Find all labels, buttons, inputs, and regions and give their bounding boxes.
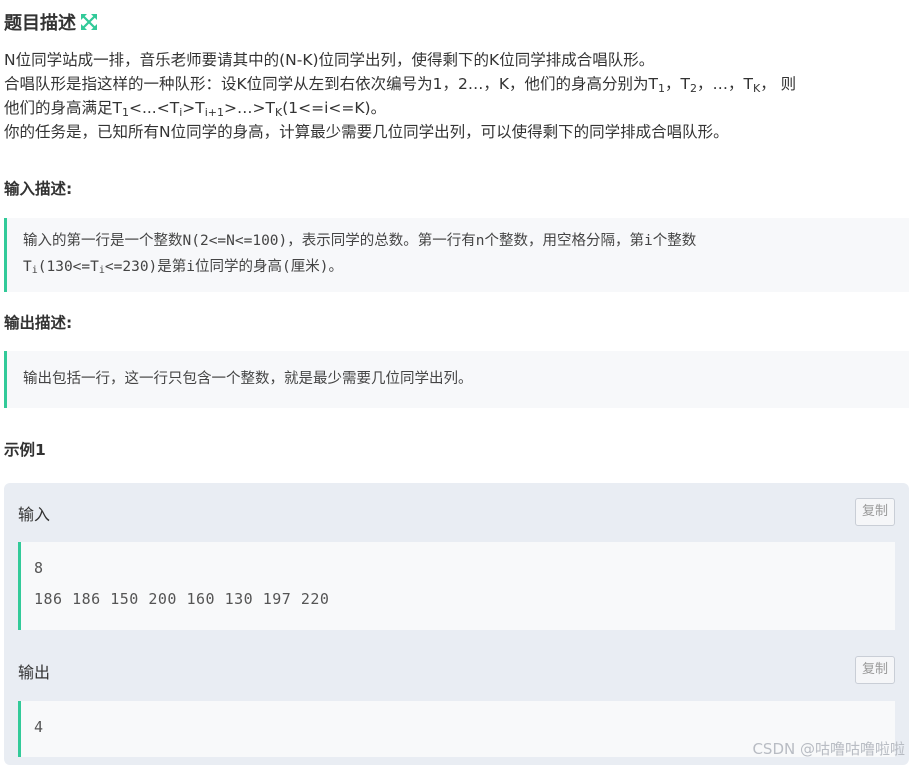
problem-description: N位同学站成一排，音乐老师要请其中的(N-K)位同学出列，使得剩下的K位同学排成… (4, 48, 904, 144)
copy-input-button[interactable]: 复制 (855, 498, 895, 526)
output-description-block: 输出包括一行，这一行只包含一个整数，就是最少需要几位同学出列。 (4, 351, 909, 408)
output-label: 输出 (18, 663, 51, 682)
output-description-title: 输出描述: (4, 314, 73, 332)
description-line: 合唱队形是指这样的一种队形：设K位同学从左到右依次编号为1，2…，K，他们的身高… (4, 75, 797, 95)
title-row: 题目描述 (4, 8, 98, 36)
description-line: 你的任务是，已知所有N位同学的身高，计算最少需要几位同学出列，可以使得剩下的同学… (4, 123, 729, 141)
code-line: 186 186 150 200 160 130 197 220 (34, 590, 330, 608)
description-line: 他们的身高满足T1<...<Ti>Ti+1>…>TK(1<=i<=K)。 (4, 99, 387, 119)
watermark: CSDN @咕噜咕噜啦啦 (752, 740, 905, 758)
input-description-line: Ti(130<=Ti<=230)是第i位同学的身高(厘米)。 (23, 259, 343, 276)
problem-page: 题目描述 N位同学站成一排，音乐老师要请其中的(N-K)位同学出列，使得剩下的K… (0, 0, 909, 765)
input-label: 输入 (18, 505, 51, 524)
page-title: 题目描述 (4, 13, 76, 34)
copy-output-button[interactable]: 复制 (855, 656, 895, 684)
output-description-line: 输出包括一行，这一行只包含一个整数，就是最少需要几位同学出列。 (23, 371, 473, 387)
expand-icon[interactable] (80, 13, 98, 31)
code-line: 4 (34, 718, 44, 736)
example-title: 示例1 (4, 441, 46, 459)
description-line: N位同学站成一排，音乐老师要请其中的(N-K)位同学出列，使得剩下的K位同学排成… (4, 51, 655, 69)
code-line: 8 (34, 559, 44, 577)
input-code-block[interactable]: 8 186 186 150 200 160 130 197 220 (18, 542, 895, 630)
input-description-title: 输入描述: (4, 180, 73, 198)
example-box: 输入 复制 8 186 186 150 200 160 130 197 220 … (4, 483, 909, 765)
input-description-line: 输入的第一行是一个整数N(2<=N<=100)，表示同学的总数。第一行有n个整数… (23, 233, 697, 249)
input-description-block: 输入的第一行是一个整数N(2<=N<=100)，表示同学的总数。第一行有n个整数… (4, 218, 909, 292)
